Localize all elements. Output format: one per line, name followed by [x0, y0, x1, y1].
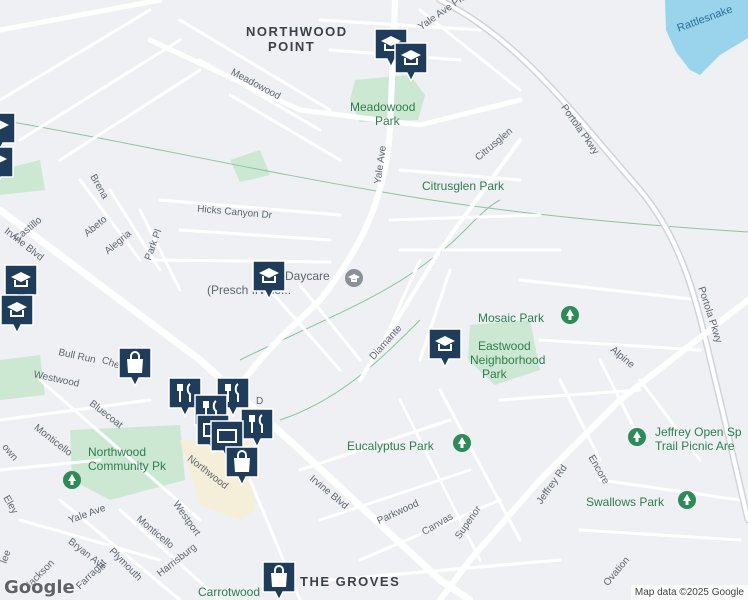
google-logo[interactable]: Google: [4, 577, 75, 598]
shopping-icon[interactable]: [118, 347, 152, 387]
park-pin-icon[interactable]: [560, 305, 580, 325]
park-label-mosaic: Mosaic Park: [478, 311, 545, 325]
school-icon[interactable]: [0, 294, 34, 334]
park-label-swallows: Swallows Park: [586, 495, 665, 509]
park-label-jeffrey-open-space: Jeffrey Open Sp: [655, 425, 742, 439]
park-label-citrusglen: Citrusglen Park: [422, 179, 505, 193]
park-label-eucalyptus: Eucalyptus Park: [347, 439, 434, 453]
park-label-carrotwood: Carrotwood: [198, 585, 261, 599]
school-icon[interactable]: [428, 328, 462, 368]
poi-label-daycare: Daycare: [285, 269, 330, 283]
park-label-meadowood-2: Park: [375, 114, 400, 128]
area-label-northwood-point: NORTHWOOD: [246, 24, 348, 39]
school-icon[interactable]: [394, 42, 428, 82]
school-poi-icon[interactable]: [344, 268, 364, 288]
park-label-eastwood-3: Park: [482, 367, 507, 381]
area-label-northwood-point-2: POINT: [268, 39, 316, 54]
park-pin-icon[interactable]: [677, 490, 697, 510]
park-label-eastwood: Eastwood: [478, 339, 531, 353]
map-canvas[interactable]: NORTHWOOD POINT THE GROVES Meadowood Par…: [0, 0, 748, 600]
park-pin-icon[interactable]: [62, 470, 82, 490]
shopping-icon[interactable]: [262, 561, 296, 600]
park-label-northwood-community: Northwood: [88, 445, 147, 459]
map-attribution: Map data ©2025 Google: [630, 585, 748, 600]
shopping-icon[interactable]: [225, 446, 259, 486]
park-label-northwood-community-2: Community Pk: [88, 459, 167, 473]
restaurant-icon[interactable]: [240, 408, 274, 448]
park-label-jeffrey-open-space-2: Trail Picnic Are: [655, 439, 735, 453]
school-icon[interactable]: [252, 260, 286, 300]
school-icon[interactable]: [0, 146, 14, 186]
area-label-the-groves: THE GROVES: [300, 574, 401, 589]
street-d: D: [256, 396, 264, 407]
park-label-meadowood: Meadowood: [350, 100, 416, 114]
park-pin-icon[interactable]: [452, 433, 472, 453]
park-pin-icon[interactable]: [627, 427, 647, 447]
park-label-eastwood-2: Neighborhood: [470, 353, 546, 367]
map-base-layer: [0, 0, 748, 600]
